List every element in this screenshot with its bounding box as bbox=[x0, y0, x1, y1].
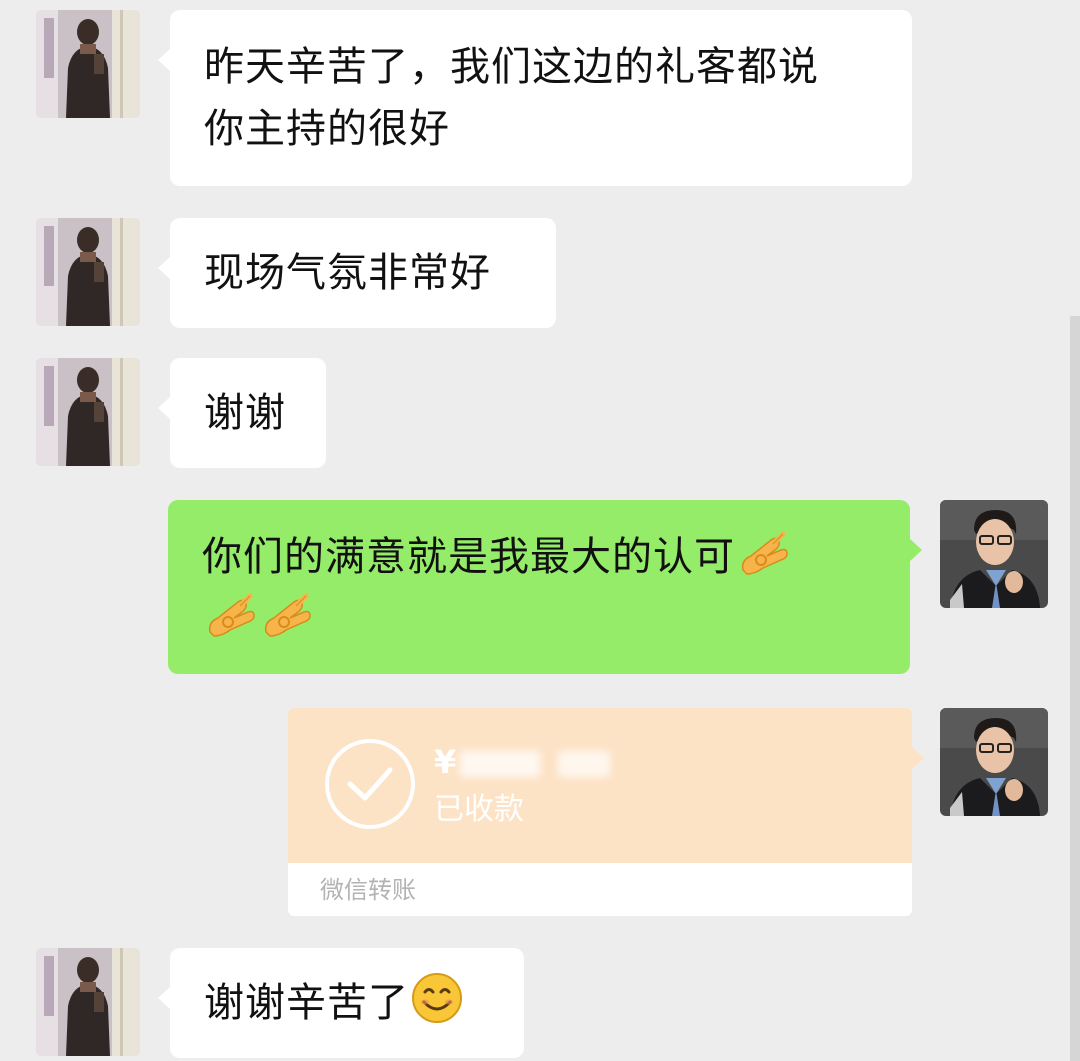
message-text-line: 你主持的很好 bbox=[204, 106, 450, 152]
ok-hand-icon bbox=[204, 588, 256, 640]
transfer-amount: ¥ bbox=[434, 742, 611, 782]
blurred-amount bbox=[460, 751, 541, 777]
transfer-status: 已收款 bbox=[434, 792, 524, 827]
self-avatar[interactable] bbox=[940, 500, 1048, 608]
message-text: 现场气氛非常好 bbox=[204, 250, 491, 296]
outgoing-message-bubble[interactable]: 你们的满意就是我最大的认可 bbox=[168, 500, 922, 674]
avatar-image-icon bbox=[36, 10, 140, 118]
avatar-image-icon bbox=[36, 218, 140, 326]
message-text: 谢谢 bbox=[204, 390, 286, 436]
wechat-transfer-card[interactable]: ¥ 已收款 微信转账 bbox=[288, 708, 924, 916]
sender-avatar[interactable] bbox=[36, 10, 140, 118]
smile-icon bbox=[411, 972, 463, 1024]
incoming-message-bubble[interactable]: 昨天辛苦了，我们这边的礼客都说 你主持的很好 bbox=[158, 10, 912, 186]
incoming-message-bubble[interactable]: 谢谢辛苦了 bbox=[158, 948, 524, 1058]
self-avatar[interactable] bbox=[940, 708, 1048, 816]
check-circle-icon bbox=[325, 739, 415, 829]
avatar-image-icon bbox=[940, 708, 1048, 816]
sender-avatar[interactable] bbox=[36, 948, 140, 1056]
avatar-image-icon bbox=[36, 358, 140, 466]
incoming-message-bubble[interactable]: 现场气氛非常好 bbox=[158, 218, 556, 328]
avatar-image-icon bbox=[940, 500, 1048, 608]
message-text: 你们的满意就是我最大的认可 bbox=[202, 534, 735, 580]
blurred-amount bbox=[558, 751, 611, 777]
ok-hand-icon bbox=[260, 588, 312, 640]
avatar-image-icon bbox=[36, 948, 140, 1056]
sender-avatar[interactable] bbox=[36, 218, 140, 326]
sender-avatar[interactable] bbox=[36, 358, 140, 466]
message-text: 谢谢辛苦了 bbox=[204, 980, 409, 1026]
scrollbar[interactable] bbox=[1070, 316, 1080, 1061]
incoming-message-bubble[interactable]: 谢谢 bbox=[158, 358, 326, 468]
transfer-card-top: ¥ 已收款 bbox=[288, 708, 912, 863]
message-text-line: 昨天辛苦了，我们这边的礼客都说 bbox=[204, 44, 819, 90]
ok-hand-icon bbox=[737, 526, 789, 578]
transfer-label: 微信转账 bbox=[320, 876, 416, 904]
currency-symbol: ¥ bbox=[434, 743, 457, 781]
